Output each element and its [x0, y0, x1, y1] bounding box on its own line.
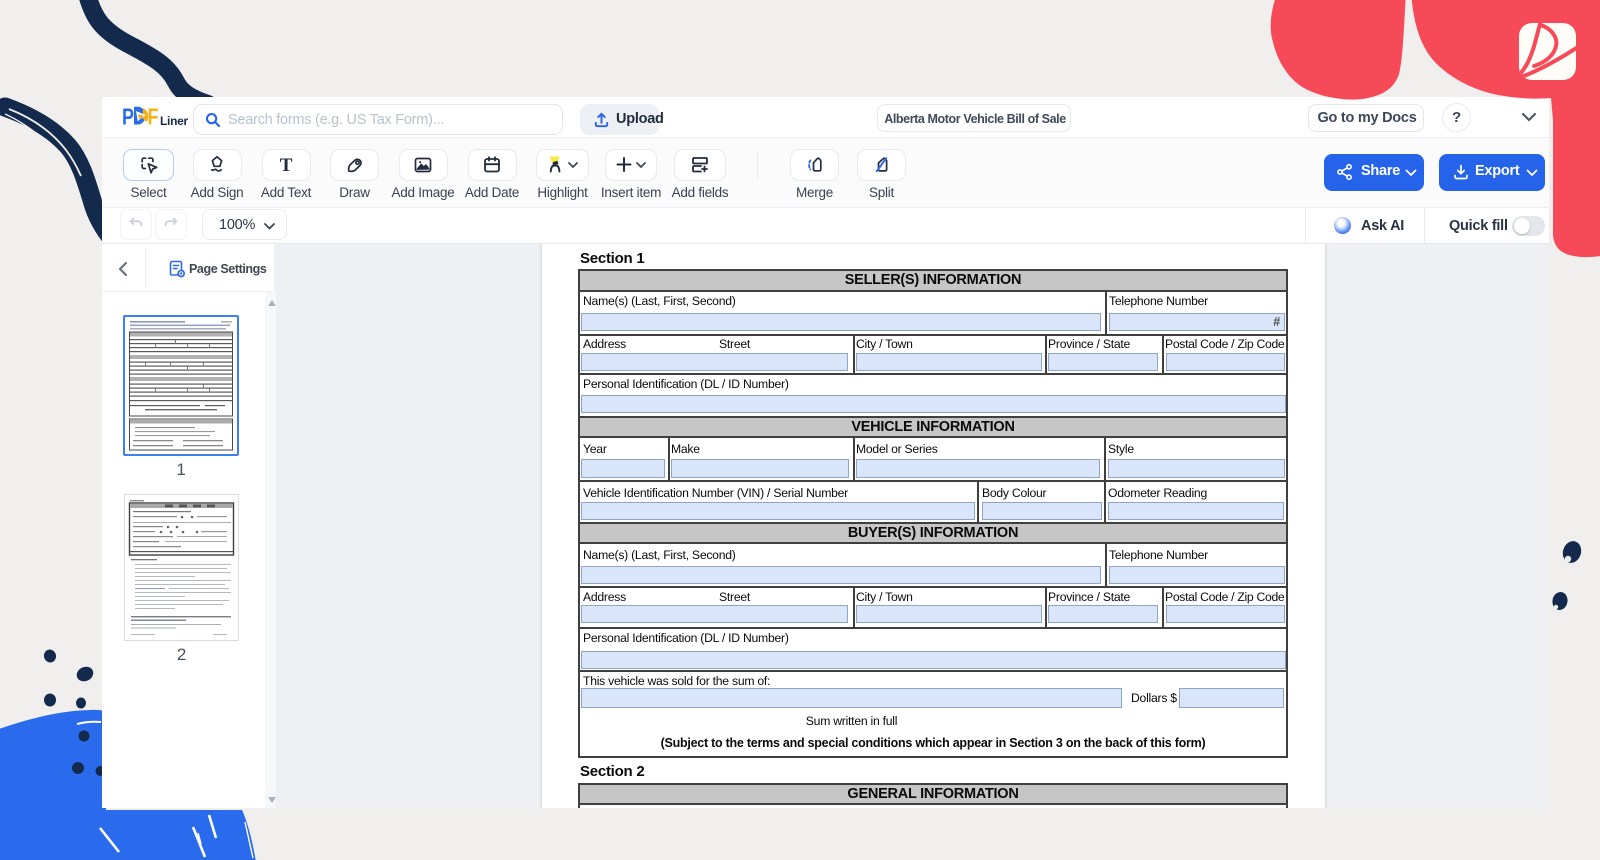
svg-text:P: P: [122, 104, 134, 130]
svg-text:Liner: Liner: [160, 114, 188, 128]
svg-text:F: F: [148, 104, 159, 130]
svg-text:T: T: [280, 155, 293, 176]
